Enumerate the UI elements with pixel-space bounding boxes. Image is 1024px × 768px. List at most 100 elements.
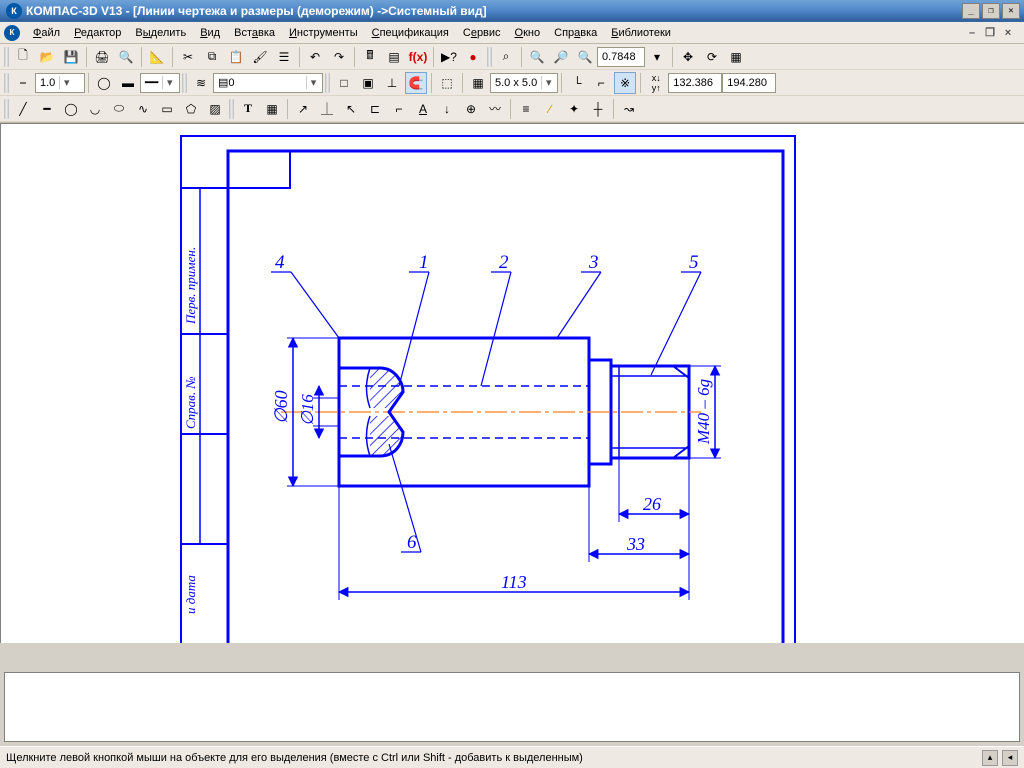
osnap-magnet-icon[interactable]: 🧲: [405, 72, 427, 94]
circle-icon[interactable]: ◯: [60, 98, 82, 120]
aux-line-icon[interactable]: ╱: [12, 98, 34, 120]
menu-tools[interactable]: Инструменты: [282, 24, 365, 42]
cut-icon[interactable]: ✂: [177, 46, 199, 68]
close-button[interactable]: ✕: [1002, 3, 1020, 19]
lineweight-combo[interactable]: 1.0▾: [35, 73, 85, 93]
osnap-mid-icon[interactable]: ▣: [357, 72, 379, 94]
pan-icon[interactable]: ✥: [677, 46, 699, 68]
ellipse-icon[interactable]: ⬭: [108, 98, 130, 120]
break-icon[interactable]: ∕: [539, 98, 561, 120]
drawing-canvas[interactable]: Перв. примен. Справ. № и дата ∅60 ∅16 M4…: [0, 123, 1024, 643]
edge-icon[interactable]: ⌐: [388, 98, 410, 120]
brush-icon[interactable]: 🖌: [249, 46, 271, 68]
menu-spec[interactable]: Спецификация: [365, 24, 456, 42]
zoom-window-icon[interactable]: 🔍: [526, 46, 548, 68]
line-icon[interactable]: ━: [36, 98, 58, 120]
datum2-icon[interactable]: ↓: [436, 98, 458, 120]
align-icon[interactable]: ≡: [515, 98, 537, 120]
help-arrow-icon[interactable]: ▶?: [438, 46, 460, 68]
paste-icon[interactable]: 📋: [225, 46, 247, 68]
menu-select[interactable]: Выделить: [128, 24, 193, 42]
new-icon[interactable]: 🗋: [12, 46, 34, 68]
polygon-icon[interactable]: ⬠: [180, 98, 202, 120]
toolbar-grip[interactable]: [325, 73, 330, 93]
ucs-icon[interactable]: └: [566, 72, 588, 94]
layer-color-icon[interactable]: ◯: [93, 72, 115, 94]
mdi-minimize-button[interactable]: –: [964, 26, 980, 40]
rect-icon[interactable]: ▭: [156, 98, 178, 120]
arrow-icon[interactable]: ↝: [618, 98, 640, 120]
stop-icon[interactable]: ●: [462, 46, 484, 68]
tree-icon[interactable]: ▤: [383, 46, 405, 68]
text-icon[interactable]: T: [237, 98, 259, 120]
menu-editor[interactable]: Редактор: [67, 24, 128, 42]
wave-icon[interactable]: 〰: [484, 98, 506, 120]
datum-icon[interactable]: ⏊: [316, 98, 338, 120]
toolbar-grip[interactable]: [229, 99, 234, 119]
open-icon[interactable]: 📂: [36, 46, 58, 68]
spline-icon[interactable]: ∿: [132, 98, 154, 120]
props-icon[interactable]: ☰: [273, 46, 295, 68]
linetype-icon[interactable]: ▬: [117, 72, 139, 94]
toolbar-grip[interactable]: [487, 47, 492, 67]
zoom-in-icon[interactable]: 🔎: [550, 46, 572, 68]
toolbar-grip[interactable]: [4, 73, 9, 93]
menu-libs[interactable]: Библиотеки: [604, 24, 678, 42]
arc-icon[interactable]: ◡: [84, 98, 106, 120]
ortho2-icon[interactable]: ⌐: [590, 72, 612, 94]
surface-icon[interactable]: ⊏: [364, 98, 386, 120]
zoom-fit-icon[interactable]: ⌕: [495, 46, 517, 68]
welding-icon[interactable]: ↖: [340, 98, 362, 120]
mdi-close-button[interactable]: ×: [1000, 26, 1016, 40]
round-icon[interactable]: ※: [614, 72, 636, 94]
save-icon[interactable]: 💾: [60, 46, 82, 68]
preview-icon[interactable]: 🔍: [115, 46, 137, 68]
toolbar-grip[interactable]: [182, 73, 187, 93]
zoom-readout[interactable]: 0.7848: [597, 47, 645, 67]
dropdown-icon[interactable]: ▾: [646, 46, 668, 68]
grid-icon[interactable]: ▦: [467, 72, 489, 94]
regen-icon[interactable]: ⟳: [701, 46, 723, 68]
redo-icon[interactable]: ↷: [328, 46, 350, 68]
scroll-up-button[interactable]: ▴: [982, 750, 998, 766]
undo-icon[interactable]: ↶: [304, 46, 326, 68]
ortho-icon[interactable]: ⬚: [436, 72, 458, 94]
coord-x-readout[interactable]: 132.386: [668, 73, 722, 93]
toolbar-grip[interactable]: [4, 99, 9, 119]
layers-icon[interactable]: ≋: [190, 72, 212, 94]
print-icon[interactable]: 🖨: [91, 46, 113, 68]
grid-combo[interactable]: 5.0 x 5.0▾: [490, 73, 558, 93]
menu-service[interactable]: Сервис: [456, 24, 508, 42]
restore-button[interactable]: ❐: [982, 3, 1000, 19]
osnap-perp-icon[interactable]: ⊥: [381, 72, 403, 94]
center2-icon[interactable]: ✦: [563, 98, 585, 120]
linetype-combo[interactable]: ━━▾: [140, 73, 180, 93]
menu-window[interactable]: Окно: [508, 24, 548, 42]
copy-icon[interactable]: ⧉: [201, 46, 223, 68]
menu-insert[interactable]: Вставка: [227, 24, 282, 42]
calc-icon[interactable]: 🖩: [359, 46, 381, 68]
linewidth-icon[interactable]: ⎯: [12, 72, 34, 94]
menu-file[interactable]: Файл: [26, 24, 67, 42]
menu-help[interactable]: Справка: [547, 24, 604, 42]
xy-icon[interactable]: x↓y↑: [645, 72, 667, 94]
leader-icon[interactable]: ↗: [292, 98, 314, 120]
menu-view[interactable]: Вид: [193, 24, 227, 42]
centerline-icon[interactable]: ┼: [587, 98, 609, 120]
hatch-icon[interactable]: ▨: [204, 98, 226, 120]
redraw-icon[interactable]: ▦: [725, 46, 747, 68]
osnap-end-icon[interactable]: □: [333, 72, 355, 94]
center-icon[interactable]: ⊕: [460, 98, 482, 120]
minimize-button[interactable]: _: [962, 3, 980, 19]
table-icon[interactable]: ▦: [261, 98, 283, 120]
dim-26: 26: [643, 494, 661, 514]
zoom-out-icon[interactable]: 🔍: [574, 46, 596, 68]
coord-y-readout[interactable]: 194.280: [722, 73, 776, 93]
mdi-restore-button[interactable]: ❐: [982, 26, 998, 40]
measure-icon[interactable]: 📐: [146, 46, 168, 68]
var-icon[interactable]: f(x): [407, 46, 429, 68]
layer-combo[interactable]: ▤ 0▾: [213, 73, 323, 93]
toolbar-grip[interactable]: [4, 47, 9, 67]
scroll-end-button[interactable]: ◂: [1002, 750, 1018, 766]
tolerance-icon[interactable]: A: [412, 98, 434, 120]
